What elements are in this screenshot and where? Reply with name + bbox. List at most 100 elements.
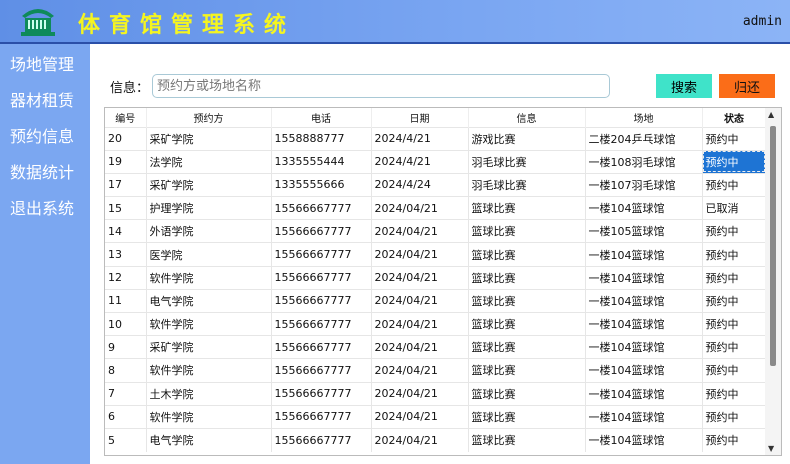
table-cell[interactable]: 6 [105, 404, 147, 429]
column-header[interactable]: 场地 [585, 108, 703, 127]
table-cell[interactable]: 软件学院 [146, 265, 272, 290]
table-cell[interactable]: 2024/04/21 [371, 311, 469, 336]
table-row[interactable]: 5 电气学院 15566667777 2024/04/21 篮球比赛 一楼104篮球馆 预约… [105, 427, 767, 452]
column-header[interactable]: 预约方 [146, 108, 272, 127]
table-cell[interactable]: 2024/04/21 [371, 242, 469, 267]
table-cell[interactable]: 采矿学院 [146, 335, 272, 359]
scroll-up-icon[interactable]: ▲ [768, 110, 774, 119]
table-cell[interactable]: 预约中 [702, 242, 767, 267]
user-name[interactable]: admin [743, 14, 782, 29]
table-cell[interactable]: 一楼108羽毛球馆 [585, 149, 703, 174]
table-cell[interactable]: 15566667777 [271, 288, 372, 313]
search-input[interactable] [152, 74, 610, 98]
table-cell[interactable]: 篮球比赛 [468, 265, 586, 290]
table-cell[interactable]: 1335555666 [271, 172, 372, 197]
table-cell[interactable]: 14 [105, 219, 147, 243]
table-cell[interactable]: 软件学院 [146, 358, 272, 383]
table-cell[interactable]: 8 [105, 358, 147, 383]
column-header[interactable]: 编号 [105, 108, 147, 127]
table-row[interactable]: 13 医学院 15566667777 2024/04/21 篮球比赛 一楼104篮球馆 预约… [105, 242, 767, 267]
table-cell[interactable]: 篮球比赛 [468, 381, 586, 406]
table-cell[interactable]: 一楼107羽毛球馆 [585, 172, 703, 197]
table-cell[interactable]: 篮球比赛 [468, 196, 586, 220]
table-cell[interactable]: 15566667777 [271, 381, 372, 406]
table-cell[interactable]: 一楼104篮球馆 [585, 311, 703, 336]
column-header[interactable]: 日期 [371, 108, 469, 127]
table-cell[interactable]: 羽毛球比赛 [468, 172, 586, 197]
table-cell[interactable]: 2024/4/21 [371, 126, 469, 151]
table-cell[interactable]: 预约中 [702, 404, 767, 429]
table-cell[interactable]: 预约中 [702, 265, 767, 290]
table-cell[interactable]: 采矿学院 [146, 126, 272, 151]
table-cell[interactable]: 篮球比赛 [468, 335, 586, 359]
table-row[interactable]: 9 采矿学院 15566667777 2024/04/21 篮球比赛 一楼104篮球馆 预约… [105, 335, 767, 359]
table-cell[interactable]: 预约中 [702, 172, 767, 197]
sidebar-item-venue[interactable]: 场地管理 [0, 48, 90, 82]
table-cell[interactable]: 15566667777 [271, 335, 372, 359]
table-cell[interactable]: 2024/04/21 [371, 288, 469, 313]
table-cell[interactable]: 一楼104篮球馆 [585, 404, 703, 429]
table-cell[interactable]: 羽毛球比赛 [468, 149, 586, 174]
vertical-scrollbar[interactable]: ▲ ▼ [765, 108, 781, 455]
table-cell[interactable]: 二楼204乒乓球馆 [585, 126, 703, 151]
table-cell[interactable]: 2024/04/21 [371, 265, 469, 290]
table-cell[interactable]: 一楼104篮球馆 [585, 288, 703, 313]
table-cell[interactable]: 法学院 [146, 149, 272, 174]
table-cell[interactable]: 一楼104篮球馆 [585, 381, 703, 406]
table-cell[interactable]: 软件学院 [146, 404, 272, 429]
sidebar-item-stats[interactable]: 数据统计 [0, 156, 90, 190]
table-cell[interactable]: 一楼104篮球馆 [585, 427, 703, 452]
table-cell[interactable]: 护理学院 [146, 196, 272, 220]
table-cell[interactable]: 篮球比赛 [468, 404, 586, 429]
table-row[interactable]: 6 软件学院 15566667777 2024/04/21 篮球比赛 一楼104篮球馆 预约… [105, 404, 767, 429]
table-row[interactable]: 20 采矿学院 1558888777 2024/4/21 游戏比赛 二楼204乒乓球馆 预约… [105, 126, 767, 151]
table-cell[interactable]: 电气学院 [146, 288, 272, 313]
table-cell[interactable]: 预约中 [702, 358, 767, 383]
table-cell[interactable]: 一楼104篮球馆 [585, 196, 703, 220]
sidebar-item-equipment[interactable]: 器材租赁 [0, 84, 90, 118]
table-row[interactable]: 12 软件学院 15566667777 2024/04/21 篮球比赛 一楼104篮球馆预… [105, 265, 767, 290]
table-cell[interactable]: 外语学院 [146, 219, 272, 243]
table-cell[interactable]: 篮球比赛 [468, 358, 586, 383]
table-cell[interactable]: 篮球比赛 [468, 242, 586, 267]
return-button[interactable]: 归还 [719, 74, 775, 98]
table-cell[interactable]: 15566667777 [271, 196, 372, 220]
table-row[interactable]: 19 法学院 1335555444 2024/4/21 羽毛球比赛 一楼108羽毛球馆 预约… [105, 149, 767, 174]
table-row[interactable]: 10 软件学院 15566667777 2024/04/21 篮球比赛 一楼104篮球馆预… [105, 311, 767, 336]
sidebar-item-logout[interactable]: 退出系统 [0, 192, 90, 226]
table-cell[interactable]: 采矿学院 [146, 172, 272, 197]
table-cell[interactable]: 13 [105, 242, 147, 267]
column-header[interactable]: 信息 [468, 108, 586, 127]
table-row[interactable]: 11 电气学院 15566667777 2024/04/21 篮球比赛 一楼104篮球馆预… [105, 288, 767, 313]
table-cell[interactable]: 19 [105, 149, 147, 174]
column-header[interactable]: 电话 [271, 108, 372, 127]
table-cell[interactable]: 一楼104篮球馆 [585, 335, 703, 359]
table-cell[interactable]: 2024/04/21 [371, 335, 469, 359]
table-cell[interactable]: 20 [105, 126, 147, 151]
table-cell[interactable]: 预约中 [702, 427, 767, 452]
table-cell[interactable]: 15566667777 [271, 242, 372, 267]
table-cell[interactable]: 15566667777 [271, 358, 372, 383]
table-cell[interactable]: 9 [105, 335, 147, 359]
table-cell[interactable]: 预约中 [702, 311, 767, 336]
table-cell[interactable]: 11 [105, 288, 147, 313]
column-header[interactable]: 状态 [702, 108, 767, 127]
table-row[interactable]: 7 土木学院 15566667777 2024/04/21 篮球比赛 一楼104篮球馆 预约… [105, 381, 767, 406]
table-cell[interactable]: 一楼104篮球馆 [585, 265, 703, 290]
table-row[interactable]: 8 软件学院 15566667777 2024/04/21 篮球比赛 一楼104篮球馆 预约… [105, 358, 767, 383]
table-cell[interactable]: 7 [105, 381, 147, 406]
table-row[interactable]: 15 护理学院 15566667777 2024/04/21 篮球比赛 一楼104篮球馆已… [105, 196, 767, 220]
table-cell[interactable]: 软件学院 [146, 311, 272, 336]
table-cell[interactable]: 电气学院 [146, 427, 272, 452]
table-cell[interactable]: 15566667777 [271, 219, 372, 243]
table-cell[interactable]: 2024/4/21 [371, 149, 469, 174]
table-cell[interactable]: 预约中 [702, 335, 767, 359]
table-cell[interactable]: 2024/04/21 [371, 196, 469, 220]
table-cell[interactable]: 1558888777 [271, 126, 372, 151]
table-cell[interactable]: 已取消 [702, 196, 767, 220]
scrollbar-thumb[interactable] [770, 126, 776, 366]
table-cell[interactable]: 一楼104篮球馆 [585, 358, 703, 383]
table-cell[interactable]: 预约中 [702, 381, 767, 406]
table-cell[interactable]: 2024/4/24 [371, 172, 469, 197]
table-cell[interactable]: 一楼105篮球馆 [585, 219, 703, 243]
